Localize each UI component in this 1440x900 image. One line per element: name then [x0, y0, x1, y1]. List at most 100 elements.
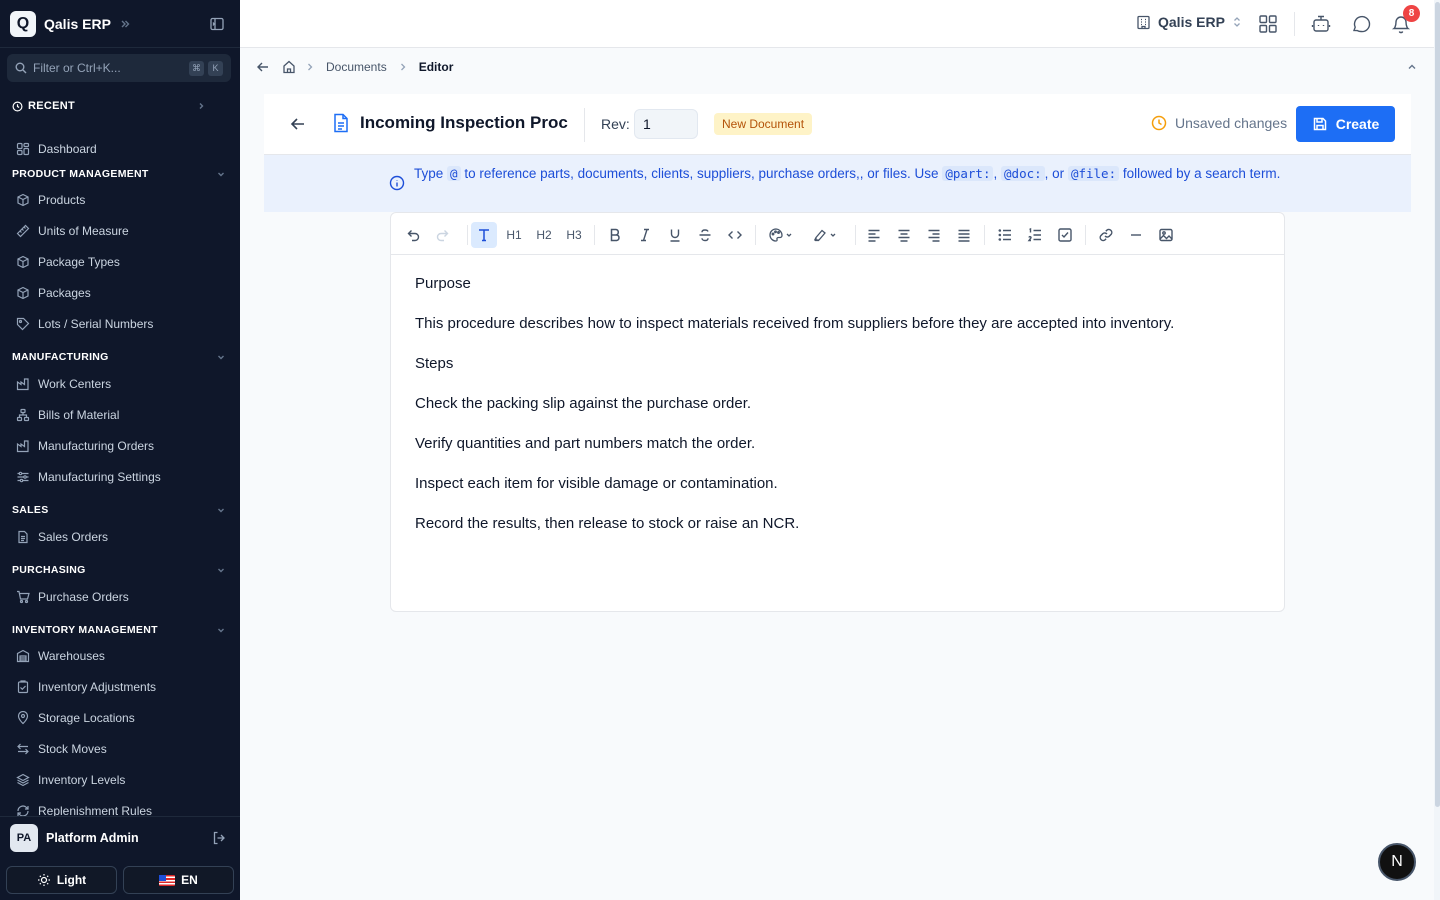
- align-justify-icon[interactable]: [951, 222, 977, 248]
- message-circle-icon[interactable]: [1351, 14, 1371, 34]
- sidebar-footer: PA Platform Admin Light EN: [0, 816, 240, 900]
- editor-header: Incoming Inspection Proc Rev: New Docume…: [264, 94, 1411, 155]
- sidebar-item-manufacturing-orders[interactable]: Manufacturing Orders: [16, 435, 226, 457]
- home-icon[interactable]: [282, 60, 296, 74]
- user-menu[interactable]: PA Platform Admin: [10, 824, 226, 852]
- save-icon: [1313, 117, 1326, 131]
- bold-icon[interactable]: [602, 222, 628, 248]
- heading-1-button[interactable]: H1: [501, 222, 527, 248]
- back-arrow-icon[interactable]: [256, 60, 270, 74]
- rev-label: Rev:: [601, 116, 630, 132]
- paragraph[interactable]: Verify quantities and part numbers match…: [415, 433, 1174, 454]
- warehouse-icon: [16, 649, 30, 663]
- sidebar-item-units-of-measure[interactable]: Units of Measure: [16, 220, 226, 242]
- text-paragraph-icon[interactable]: [471, 222, 497, 248]
- sidebar-item-packages[interactable]: Packages: [16, 282, 226, 304]
- underline-icon[interactable]: [662, 222, 688, 248]
- sidebar-item-sales-orders[interactable]: Sales Orders: [16, 526, 226, 548]
- apps-grid-icon[interactable]: [1258, 14, 1278, 34]
- sidebar-item-bills-of-material[interactable]: Bills of Material: [16, 404, 226, 426]
- floating-dev-badge[interactable]: N: [1378, 843, 1416, 881]
- section-product-management[interactable]: PRODUCT MANAGEMENT: [12, 165, 226, 183]
- sidebar-item-inventory-levels[interactable]: Inventory Levels: [16, 769, 226, 791]
- sidebar-item-stock-moves[interactable]: Stock Moves: [16, 738, 226, 760]
- highlight-icon[interactable]: [809, 222, 843, 248]
- sidebar-item-warehouses[interactable]: Warehouses: [16, 645, 226, 667]
- code-icon[interactable]: [722, 222, 748, 248]
- theme-toggle-button[interactable]: Light: [6, 866, 117, 894]
- paragraph[interactable]: Inspect each item for visible damage or …: [415, 473, 1174, 494]
- editor-content[interactable]: Purpose This procedure describes how to …: [415, 273, 1174, 553]
- bullet-list-icon[interactable]: [992, 222, 1018, 248]
- toolbar-divider: [755, 225, 756, 245]
- align-left-icon[interactable]: [861, 222, 887, 248]
- recent-toggle[interactable]: RECENT: [12, 96, 206, 116]
- horizontal-rule-icon[interactable]: [1123, 222, 1149, 248]
- sidebar-filter-input[interactable]: [33, 61, 173, 75]
- section-sales[interactable]: SALES: [12, 501, 226, 519]
- undo-icon[interactable]: [400, 222, 426, 248]
- arrows-left-right-icon: [17, 743, 29, 755]
- sidebar-item-manufacturing-settings[interactable]: Manufacturing Settings: [16, 466, 226, 488]
- theme-label: Light: [56, 873, 87, 887]
- document-title[interactable]: Incoming Inspection Proc: [360, 113, 568, 133]
- align-right-icon[interactable]: [921, 222, 947, 248]
- app-brand[interactable]: Qalis ERP: [44, 16, 111, 32]
- app-logo[interactable]: Q: [10, 10, 36, 37]
- company-switcher[interactable]: Qalis ERP: [1136, 14, 1242, 30]
- paragraph[interactable]: Record the results, then release to stoc…: [415, 513, 1174, 534]
- logout-icon[interactable]: [212, 831, 226, 845]
- heading-2-button[interactable]: H2: [531, 222, 557, 248]
- bot-icon[interactable]: [1311, 14, 1331, 34]
- back-arrow-icon[interactable]: [289, 115, 307, 133]
- create-button[interactable]: Create: [1296, 106, 1395, 142]
- ruler-icon: [16, 224, 30, 238]
- align-center-icon[interactable]: [891, 222, 917, 248]
- sidebar-item-products[interactable]: Products: [16, 189, 226, 211]
- sidebar-item-work-centers[interactable]: Work Centers: [16, 373, 226, 395]
- chevron-up-icon[interactable]: [1406, 61, 1418, 73]
- section-inventory-management[interactable]: INVENTORY MANAGEMENT: [12, 621, 226, 639]
- sidebar-item-dashboard[interactable]: Dashboard: [16, 138, 226, 160]
- sun-icon: [37, 874, 50, 886]
- sidebar-item-inventory-adjustments[interactable]: Inventory Adjustments: [16, 676, 226, 698]
- sidebar-filter[interactable]: ⌘ K: [7, 54, 231, 82]
- sidebar-item-label: Inventory Levels: [38, 773, 126, 787]
- info-text-3: ,: [993, 166, 998, 181]
- section-manufacturing[interactable]: MANUFACTURING: [12, 348, 226, 366]
- sidebar-item-label: Manufacturing Orders: [38, 439, 155, 453]
- sidebar-item-label: Stock Moves: [38, 742, 107, 756]
- page-scrollbar-thumb[interactable]: [1435, 2, 1440, 807]
- recent-label: RECENT: [28, 100, 76, 112]
- editor-card: H1 H2 H3 Purpose This procedure describe…: [390, 212, 1285, 612]
- section-purchasing[interactable]: PURCHASING: [12, 561, 226, 579]
- sidebar-item-storage-locations[interactable]: Storage Locations: [16, 707, 226, 729]
- sidebar-header: Q Qalis ERP: [0, 0, 240, 48]
- language-button[interactable]: EN: [123, 866, 234, 894]
- chevrons-right-icon[interactable]: [119, 18, 131, 30]
- info-text-5: followed by a search term.: [1122, 166, 1281, 181]
- sidebar-collapse-icon[interactable]: [210, 17, 224, 31]
- layers-icon: [16, 773, 30, 787]
- heading-3-button[interactable]: H3: [561, 222, 587, 248]
- revision-input[interactable]: [634, 109, 698, 139]
- sidebar-item-purchase-orders[interactable]: Purchase Orders: [16, 586, 226, 608]
- ordered-list-icon[interactable]: [1022, 222, 1048, 248]
- link-icon[interactable]: [1093, 222, 1119, 248]
- section-title: INVENTORY MANAGEMENT: [12, 624, 158, 636]
- sidebar-item-lots-serial-numbers[interactable]: Lots / Serial Numbers: [16, 313, 226, 335]
- breadcrumb-documents[interactable]: Documents: [326, 60, 387, 74]
- info-text-2: to reference parts, documents, clients, …: [464, 166, 939, 181]
- text-color-icon[interactable]: [765, 222, 799, 248]
- paragraph[interactable]: This procedure describes how to inspect …: [415, 313, 1174, 334]
- paragraph[interactable]: Check the packing slip against the purch…: [415, 393, 1174, 414]
- italic-icon[interactable]: [632, 222, 658, 248]
- strikethrough-icon[interactable]: [692, 222, 718, 248]
- sidebar-item-package-types[interactable]: Package Types: [16, 251, 226, 273]
- image-icon[interactable]: [1153, 222, 1179, 248]
- paragraph[interactable]: Purpose: [415, 273, 1174, 294]
- paragraph[interactable]: Steps: [415, 353, 1174, 374]
- task-list-icon[interactable]: [1052, 222, 1078, 248]
- us-flag-icon: [159, 874, 176, 886]
- redo-icon[interactable]: [430, 222, 456, 248]
